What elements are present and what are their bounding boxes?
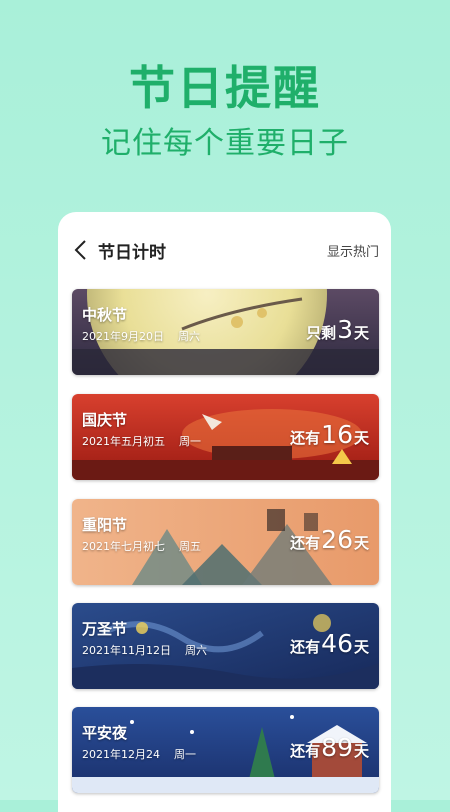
festival-card-halloween[interactable]: 万圣节 2021年11月12日 周六 还有46天: [72, 603, 379, 689]
festival-date: 2021年12月24 周一: [82, 748, 196, 761]
countdown: 只剩3天: [306, 315, 369, 344]
countdown: 还有26天: [290, 525, 369, 554]
show-hot-button[interactable]: 显示热门: [327, 241, 379, 260]
festival-name: 万圣节: [82, 620, 128, 638]
countdown: 还有16天: [290, 420, 369, 449]
festival-date: 2021年七月初七 周五: [82, 540, 201, 553]
festival-card-christmas-eve[interactable]: 平安夜 2021年12月24 周一 还有89天: [72, 707, 379, 793]
chevron-left-icon[interactable]: [70, 238, 94, 262]
festival-name: 中秋节: [82, 306, 128, 324]
festival-card-mid-autumn[interactable]: 中秋节 2021年9月20日 周六 只剩3天: [72, 289, 379, 375]
festival-card-double-ninth[interactable]: 重阳节 2021年七月初七 周五 还有26天: [72, 499, 379, 585]
phone-screen: 节日计时 显示热门 中秋节 2021年9月20日 周六 只剩3天 国庆节 202…: [58, 212, 391, 812]
festival-card-national-day[interactable]: 国庆节 2021年五月初五 周一 还有16天: [72, 394, 379, 480]
countdown: 还有89天: [290, 733, 369, 762]
countdown: 还有46天: [290, 629, 369, 658]
festival-name: 平安夜: [82, 724, 128, 742]
hero-subtitle: 记住每个重要日子: [101, 126, 349, 161]
festival-date: 2021年五月初五 周一: [82, 435, 201, 448]
festival-date: 2021年11月12日 周六: [82, 644, 207, 657]
festival-date: 2021年9月20日 周六: [82, 330, 200, 343]
hero-title: 节日提醒: [129, 61, 321, 115]
page-title: 节日计时: [98, 243, 166, 263]
top-bar: 节日计时 显示热门: [58, 234, 391, 266]
festival-name: 国庆节: [82, 411, 128, 429]
festival-name: 重阳节: [82, 516, 128, 534]
